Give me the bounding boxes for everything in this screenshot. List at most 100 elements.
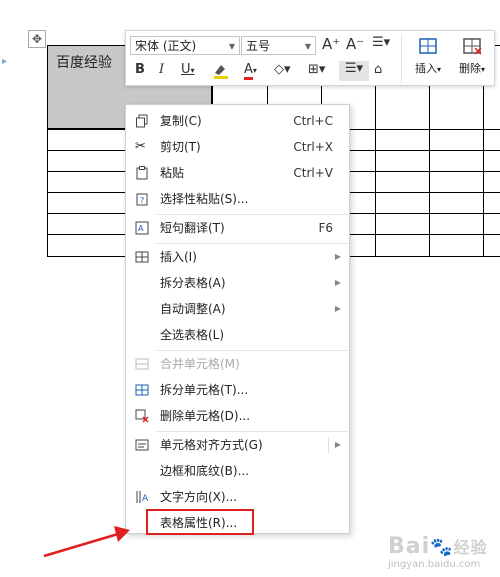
highlight-box [146, 509, 254, 535]
menu-item-divider [328, 437, 329, 453]
submenu-arrow-icon: ▶ [334, 252, 341, 261]
shrink-font-icon: A⁻ [346, 35, 365, 53]
menu-item-merge-cells: 合并单元格(M) [126, 351, 349, 377]
menu-item-label: 复制(C) [160, 114, 202, 128]
menu-item-split-table[interactable]: 拆分表格(A) ▶ [126, 270, 349, 296]
merge-cells-icon [135, 358, 149, 370]
menu-item-insert[interactable]: 插入(I) ▶ [126, 244, 349, 270]
table-insert-icon [135, 251, 149, 263]
grow-font-button[interactable]: A⁺ [322, 35, 340, 53]
menu-item-select-table[interactable]: 全选表格(L) [126, 322, 349, 348]
eraser-icon: ⌂ [374, 62, 383, 77]
borders-icon: ⊞▾ [308, 62, 326, 77]
underline-button[interactable]: U▾ [181, 62, 195, 77]
submenu-arrow-icon: ▶ [334, 304, 341, 313]
split-cells-icon [135, 384, 149, 396]
underline-icon: U [181, 62, 191, 77]
font-size-select[interactable]: 五号 ▼ [241, 36, 316, 55]
chevron-down-icon: ▼ [304, 42, 311, 51]
menu-item-shortcut: F6 [318, 221, 333, 235]
table-cell-text: 百度经验 [56, 55, 112, 71]
bold-button[interactable]: B [135, 62, 145, 77]
menu-item-label: 自动调整(A) [160, 302, 226, 316]
menu-item-shortcut: Ctrl+C [293, 114, 333, 128]
paste-special-icon: ? [136, 193, 148, 206]
paint-bucket-icon: ◇▾ [274, 62, 291, 77]
mini-toolbar: 宋体 (正文) ▼ 五号 ▼ A⁺ A⁻ ☰▾ B I U▾ A▾ ◇▾ ⊞▾ … [125, 30, 495, 86]
shading-button[interactable]: ◇▾ [274, 62, 291, 77]
italic-button[interactable]: I [159, 62, 164, 77]
menu-item-shortcut: Ctrl+V [293, 166, 333, 180]
menu-item-label: 单元格对齐方式(G) [160, 438, 263, 452]
svg-text:A: A [142, 494, 149, 504]
insert-label: 插入 [414, 62, 437, 75]
watermark-text: Bai [388, 534, 431, 559]
menu-item-shortcut: Ctrl+X [293, 140, 333, 154]
menu-item-split-cells[interactable]: 拆分单元格(T)... [126, 377, 349, 403]
cell-align-icon [135, 439, 149, 451]
menu-item-label: 插入(I) [160, 250, 197, 264]
font-color-button[interactable]: A▾ [244, 62, 257, 80]
font-size-value: 五号 [246, 39, 271, 53]
watermark: Bai🐾经验 jingyan.baidu.com [388, 534, 488, 570]
eraser-button[interactable]: ⌂ [374, 62, 382, 77]
translate-icon: A [135, 221, 149, 235]
copy-icon [136, 114, 148, 128]
svg-text:A: A [138, 224, 144, 233]
menu-item-delete-cells[interactable]: 删除单元格(D)... [126, 403, 349, 429]
menu-item-label: 选择性粘贴(S)... [160, 192, 249, 206]
delete-button[interactable]: 删除▾ [452, 37, 492, 76]
align-button[interactable]: ☰▾ [339, 61, 369, 81]
bold-icon: B [135, 62, 145, 77]
menu-item-label: 短句翻译(T) [160, 221, 225, 235]
menu-item-label: 剪切(T) [160, 140, 201, 154]
margin-marker-icon: ▸ [2, 56, 8, 67]
menu-item-label: 边框和底纹(B)... [160, 464, 250, 478]
delete-cells-icon [135, 409, 149, 423]
svg-text:?: ? [140, 196, 144, 205]
grow-font-icon: A⁺ [322, 35, 341, 53]
watermark-text-suffix: 经验 [453, 538, 488, 557]
shrink-font-button[interactable]: A⁻ [346, 35, 364, 53]
menu-item-label: 删除单元格(D)... [160, 409, 251, 423]
highlighter-icon [214, 65, 228, 79]
submenu-arrow-icon: ▶ [334, 278, 341, 287]
highlight-button[interactable] [212, 62, 234, 84]
delete-label: 删除 [458, 62, 481, 75]
chevron-down-icon: ▼ [228, 42, 235, 51]
menu-item-label: 合并单元格(M) [160, 357, 240, 371]
table-border [47, 45, 48, 257]
align-icon: ☰▾ [344, 61, 364, 76]
toolbar-separator [401, 35, 402, 83]
table-delete-icon [463, 38, 482, 55]
menu-item-cut[interactable]: ✂ 剪切(T) Ctrl+X [126, 134, 349, 160]
menu-item-cell-alignment[interactable]: 单元格对齐方式(G) ▶ [126, 432, 349, 458]
context-menu: 复制(C) Ctrl+C ✂ 剪切(T) Ctrl+X 粘贴 Ctrl+V ? … [125, 104, 350, 534]
italic-icon: I [159, 62, 165, 77]
scissors-icon: ✂ [135, 139, 146, 154]
font-color-icon: A [244, 63, 253, 80]
font-name-select[interactable]: 宋体 (正文) ▼ [130, 36, 240, 55]
menu-item-label: 拆分表格(A) [160, 276, 226, 290]
menu-item-borders-shading[interactable]: 边框和底纹(B)... [126, 458, 349, 484]
paste-icon [136, 166, 148, 180]
borders-button[interactable]: ⊞▾ [308, 62, 325, 77]
menu-item-paste-special[interactable]: ? 选择性粘贴(S)... [126, 186, 349, 212]
menu-item-label: 全选表格(L) [160, 328, 225, 342]
menu-item-copy[interactable]: 复制(C) Ctrl+C [126, 108, 349, 134]
line-spacing-icon: ☰▾ [372, 35, 391, 50]
watermark-sub: jingyan.baidu.com [388, 559, 481, 570]
table-move-handle-icon[interactable]: ✥ [28, 30, 46, 48]
line-spacing-button[interactable]: ☰▾ [372, 35, 390, 50]
menu-item-label: 文字方向(X)... [160, 490, 238, 504]
insert-button[interactable]: 插入▾ [408, 37, 448, 76]
menu-item-auto-fit[interactable]: 自动调整(A) ▶ [126, 296, 349, 322]
pointer-arrow-icon [43, 526, 130, 558]
text-direction-icon: A [136, 491, 149, 504]
submenu-arrow-icon: ▶ [334, 440, 341, 449]
watermark-paw-icon: 🐾 [430, 537, 454, 558]
menu-item-translate[interactable]: A 短句翻译(T) F6 [126, 215, 349, 241]
menu-item-paste[interactable]: 粘贴 Ctrl+V [126, 160, 349, 186]
menu-item-text-direction[interactable]: A 文字方向(X)... [126, 484, 349, 510]
font-name-value: 宋体 (正文) [135, 39, 197, 53]
